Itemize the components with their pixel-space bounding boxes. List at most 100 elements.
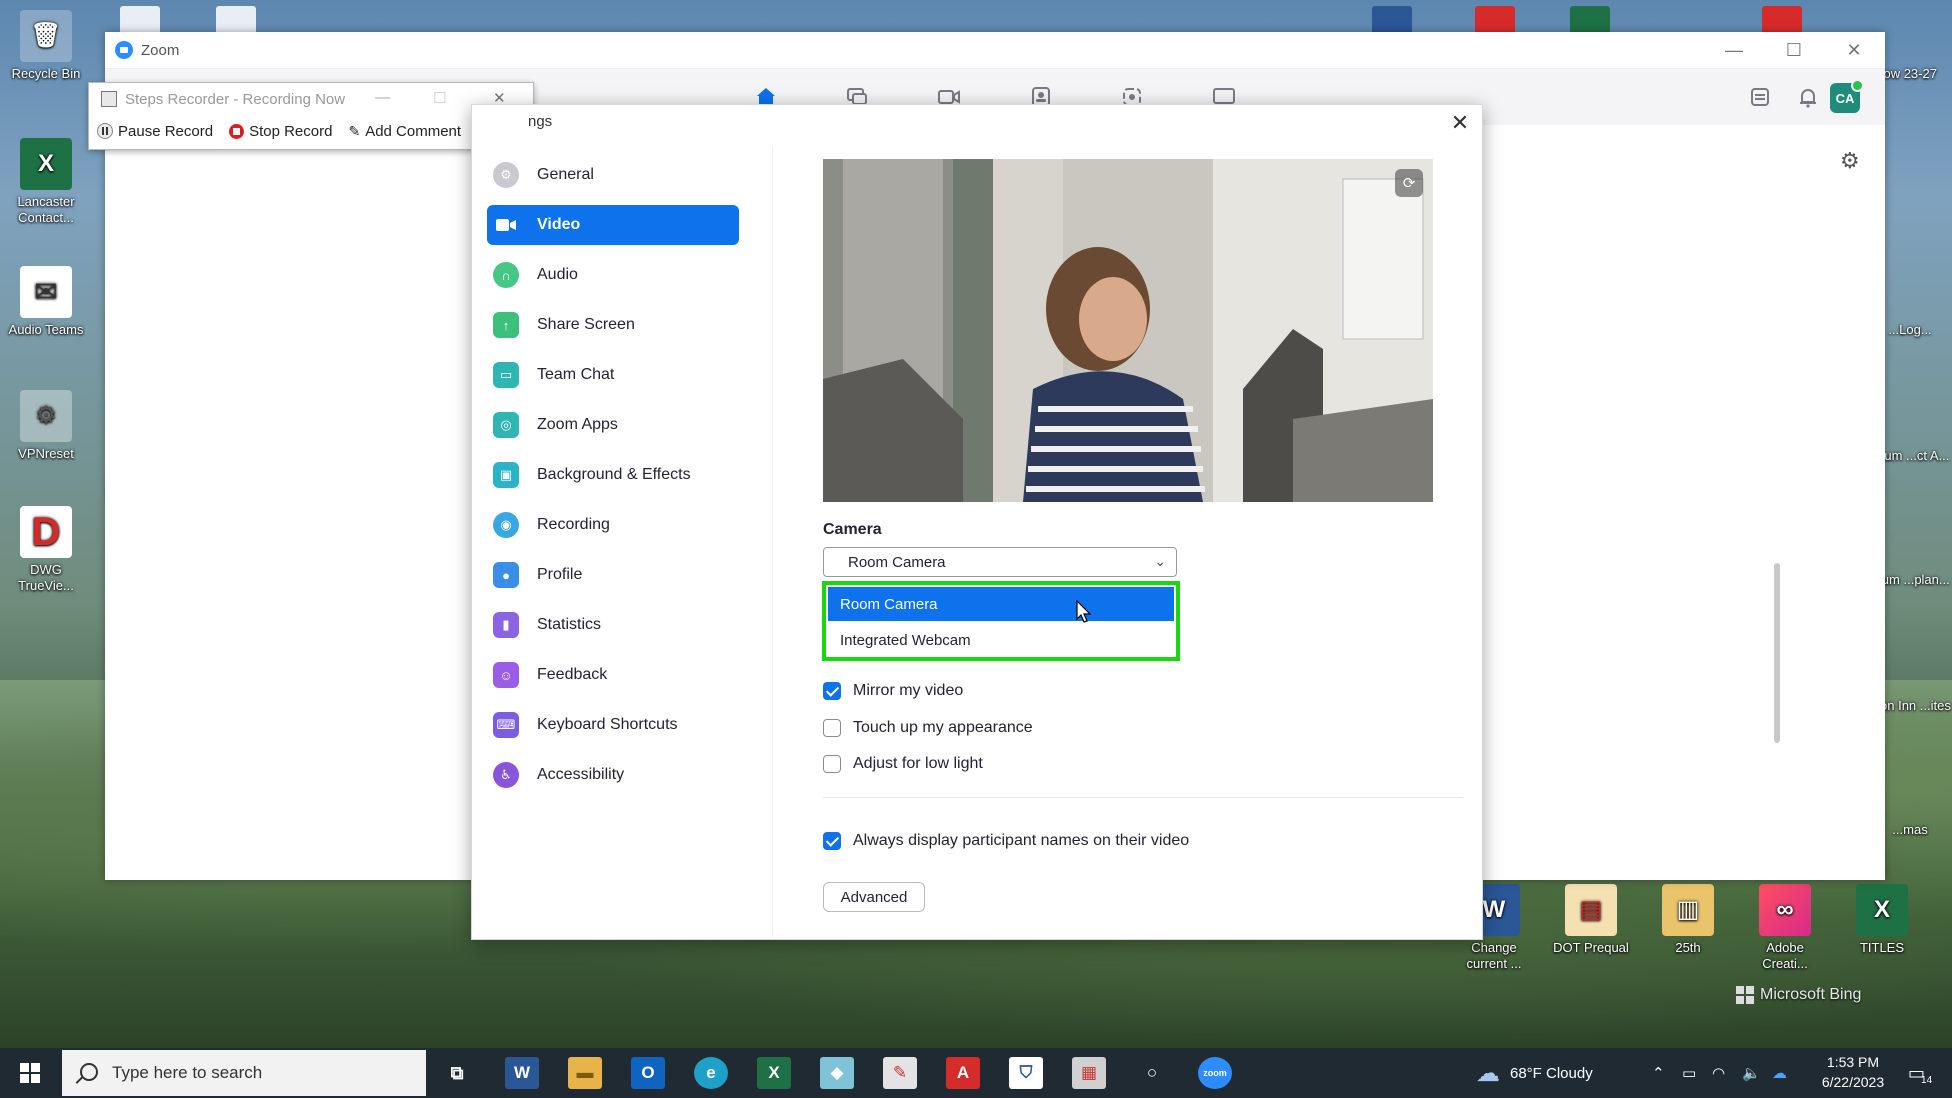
desktop-pdf-icon[interactable] (1762, 6, 1802, 34)
excel-app-icon[interactable]: X (757, 1057, 791, 1089)
desktop-excel-icon[interactable] (1570, 6, 1610, 34)
pdf-file-icon[interactable]: ▤ DOT Prequal (1549, 884, 1633, 956)
desktop-word-icon[interactable] (1372, 6, 1412, 34)
email-file-icon[interactable]: ✉ Audio Teams (4, 266, 88, 338)
nav-item-audio[interactable]: ∩ Audio (487, 255, 739, 295)
desktop-doc-icon[interactable] (216, 6, 256, 34)
paint-app-icon[interactable]: ✎ (883, 1057, 917, 1089)
steps-maximize-button[interactable]: ☐ (433, 89, 446, 107)
desktop-icon-label: Lancaster Contact... (17, 194, 75, 225)
edge-browser-icon[interactable]: e (694, 1057, 728, 1089)
vpnreset-icon[interactable]: ⚙ VPNreset (4, 390, 88, 462)
steps-minimize-button[interactable]: — (375, 89, 390, 106)
battery-icon[interactable]: ▭ (1682, 1048, 1696, 1098)
clock-time: 1:53 PM (1826, 1054, 1880, 1070)
low-light-checkbox[interactable] (823, 755, 841, 773)
nav-item-accessibility[interactable]: ♿ Accessibility (487, 755, 739, 795)
touch-up-checkbox[interactable] (823, 719, 841, 737)
maximize-button[interactable]: ☐ (1771, 32, 1817, 68)
desktop-icon-label: TITLES (1859, 940, 1905, 955)
nav-item-zoom-apps[interactable]: ◎ Zoom Apps (487, 405, 739, 445)
clock-date: 6/22/2023 (1821, 1074, 1885, 1090)
nav-item-keyboard-shortcuts[interactable]: ⌨ Keyboard Shortcuts (487, 705, 739, 745)
weather-widget[interactable]: ☁ 68°F Cloudy (1476, 1048, 1593, 1098)
apps-icon: ◎ (493, 412, 519, 438)
word-app-icon[interactable]: W (505, 1057, 539, 1089)
zoom-logo-icon (115, 41, 133, 59)
close-button[interactable]: ✕ (1831, 32, 1877, 68)
nav-item-label: Video (537, 216, 581, 233)
nav-item-label: Keyboard Shortcuts (537, 716, 678, 733)
settings-title: ngs (528, 113, 553, 130)
desktop-doc-icon[interactable] (120, 6, 160, 34)
start-button[interactable] (0, 1048, 60, 1098)
advanced-button[interactable]: Advanced (823, 882, 925, 912)
nav-item-profile[interactable]: ● Profile (487, 555, 739, 595)
low-light-checkbox-row[interactable]: Adjust for low light (823, 753, 983, 775)
camera-label: Camera (823, 521, 882, 538)
wifi-icon[interactable]: ◠ (1712, 1048, 1725, 1098)
settings-close-button[interactable]: ✕ (1446, 109, 1474, 137)
volume-icon[interactable]: 🔈 (1742, 1048, 1761, 1098)
nav-item-recording[interactable]: ◉ Recording (487, 505, 739, 545)
desktop-icon-label: 25th (1675, 940, 1701, 955)
recycle-bin-icon[interactable]: 🗑 Recycle Bin (4, 10, 88, 82)
zoom-app-icon[interactable]: zoom (1198, 1057, 1232, 1089)
add-comment-button[interactable]: ✎ Add Comment (348, 123, 461, 140)
desktop-icon-label: DOT Prequal (1553, 940, 1629, 955)
acrobat-app-icon[interactable]: A (946, 1057, 980, 1089)
camera-option-room-camera[interactable]: Room Camera (828, 587, 1174, 621)
settings-dialog: ngs ✕ ⚙ General Video ∩ Audio ↑ Share Sc… (471, 104, 1780, 940)
mirror-video-checkbox[interactable] (823, 682, 841, 700)
touch-up-checkbox-row[interactable]: Touch up my appearance (823, 717, 1033, 739)
security-shield-icon[interactable]: ⛉ (1009, 1057, 1043, 1089)
nav-item-general[interactable]: ⚙ General (487, 155, 739, 195)
nav-item-background-effects[interactable]: ▣ Background & Effects (487, 455, 739, 495)
folder-file-icon[interactable]: ▥ 25th (1646, 884, 1730, 956)
avatar[interactable]: CA (1830, 79, 1864, 113)
excel-file-icon[interactable]: X Lancaster Contact... (4, 138, 88, 226)
rotate-camera-button[interactable]: ⟳ (1395, 169, 1423, 197)
settings-gear-icon[interactable]: ⚙ (1840, 148, 1860, 174)
show-hidden-icons-button[interactable]: ⌃ (1652, 1048, 1665, 1098)
dwg-trueview-icon[interactable]: D DWG TrueVie... (4, 506, 88, 594)
adobe-creative-cloud-icon[interactable]: ∞ Adobe Creati... (1743, 884, 1827, 972)
steps-recorder-titlebar: Steps Recorder - Recording Now — ☐ ✕ (89, 83, 533, 115)
snipping-tool-icon[interactable]: ▦ (1072, 1057, 1106, 1089)
meeting-list-icon[interactable] (1746, 83, 1774, 111)
camera-select[interactable]: Room Camera ⌄ (823, 547, 1177, 577)
nav-item-team-chat[interactable]: ▭ Team Chat (487, 355, 739, 395)
nav-item-statistics[interactable]: ▮ Statistics (487, 605, 739, 645)
file-explorer-icon[interactable]: ▬ (568, 1057, 602, 1089)
nav-item-video[interactable]: Video (487, 205, 739, 245)
notes-app-icon[interactable]: ◆ (820, 1057, 854, 1089)
nav-item-share-screen[interactable]: ↑ Share Screen (487, 305, 739, 345)
add-comment-label: Add Comment (365, 122, 462, 140)
nav-item-label: Share Screen (537, 316, 635, 333)
cortana-icon[interactable]: ○ (1135, 1057, 1169, 1089)
bell-icon[interactable] (1794, 83, 1822, 111)
nav-item-feedback[interactable]: ☺ Feedback (487, 655, 739, 695)
desktop-icon-label: Adobe Creati... (1762, 940, 1808, 971)
excel-file-icon[interactable]: X TITLES (1840, 884, 1924, 956)
notifications-button[interactable]: ▭ 14 (1908, 1048, 1932, 1098)
clock[interactable]: 1:53 PM 6/22/2023 (1808, 1052, 1898, 1092)
stop-record-button[interactable]: Stop Record (229, 123, 332, 140)
onedrive-icon[interactable]: ☁ (1772, 1048, 1787, 1098)
pause-record-button[interactable]: Pause Record (97, 123, 213, 140)
task-view-icon[interactable]: ⧉ (440, 1057, 474, 1089)
camera-option-label: Room Camera (840, 595, 938, 613)
bing-label: Microsoft Bing (1760, 986, 1862, 1003)
avatar-initials: CA (1835, 90, 1855, 106)
minimize-button[interactable]: — (1711, 32, 1757, 68)
mirror-video-checkbox-row[interactable]: Mirror my video (823, 680, 963, 702)
participant-names-checkbox-row[interactable]: Always display participant names on thei… (823, 830, 1189, 852)
settings-scrollbar[interactable] (1774, 563, 1780, 743)
accessibility-icon: ♿ (493, 762, 519, 788)
camera-option-integrated-webcam[interactable]: Integrated Webcam (828, 623, 1174, 657)
outlook-app-icon[interactable]: O (631, 1057, 665, 1089)
taskbar-search-input[interactable]: Type here to search (62, 1050, 426, 1096)
desktop-pdf-icon[interactable] (1475, 6, 1515, 34)
participant-names-checkbox[interactable] (823, 832, 841, 850)
windows-start-icon (20, 1063, 40, 1083)
